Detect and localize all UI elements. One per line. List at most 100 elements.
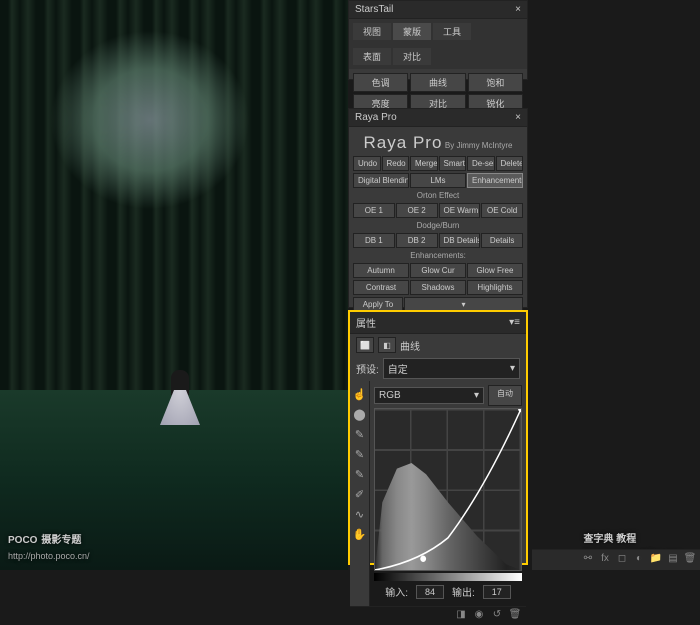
adj-layer-icon[interactable]: ◐	[632, 553, 646, 567]
dodge-label: Dodge/Burn	[349, 219, 527, 232]
raya-byline: By Jimmy McIntyre	[445, 141, 513, 150]
starstail-title: StarsTail	[355, 4, 393, 15]
glow-free-button[interactable]: Glow Free	[467, 263, 523, 278]
merge-button[interactable]: Merge	[410, 156, 438, 171]
props-footer: ◨ ◉ ↺ 🗑	[350, 606, 526, 625]
hand-icon[interactable]: ✋	[353, 527, 367, 541]
oe-warm-button[interactable]: OE Warm	[439, 203, 481, 218]
redo-button[interactable]: Redo	[382, 156, 410, 171]
stars-tab[interactable]: 工具	[433, 23, 471, 40]
trash-icon[interactable]: 🗑	[508, 609, 522, 623]
curve-graph[interactable]	[374, 408, 522, 571]
starstail-header[interactable]: StarsTail ×	[349, 1, 527, 19]
props-body: ☝ ⬤ ✎ ✎ ✎ ✐ ∿ ✋ RGB▾ 自动	[350, 381, 526, 606]
raya-logo: Raya Pro By Jimmy McIntyre	[349, 127, 527, 155]
wm-brand: POCO	[8, 535, 37, 546]
close-icon[interactable]: ×	[515, 4, 521, 15]
shadows-button[interactable]: Shadows	[410, 280, 466, 295]
stars-tab[interactable]: 对比	[393, 48, 431, 65]
raya-row2: Digital Blending LMs Enhancements	[349, 172, 527, 189]
digital-blending-button[interactable]: Digital Blending	[353, 173, 409, 188]
oe1-button[interactable]: OE 1	[353, 203, 395, 218]
curve-tools: ☝ ⬤ ✎ ✎ ✎ ✐ ∿ ✋	[350, 381, 370, 606]
raya-panel: Raya Pro × Raya Pro By Jimmy McIntyre Un…	[348, 108, 528, 308]
preset-value: 自定	[388, 361, 408, 376]
close-icon[interactable]: ×	[515, 112, 521, 123]
eyedrop-white-icon[interactable]: ✎	[353, 467, 367, 481]
clip-icon[interactable]: ◨	[454, 609, 468, 623]
layers-footer: ⚯ fx ◻ ◐ 📁 ▤ 🗑	[532, 549, 700, 570]
orton-row: OE 1 OE 2 OE Warm OE Cold	[349, 202, 527, 219]
db-details-button[interactable]: DB Details	[439, 233, 481, 248]
dodge-row: DB 1 DB 2 DB Details Details	[349, 232, 527, 249]
enh-row1: Autumn Glow Cur Glow Free	[349, 262, 527, 279]
mask-icon: ◧	[378, 337, 396, 353]
highlights-button[interactable]: Highlights	[467, 280, 523, 295]
chevron-down-icon: ▾	[510, 363, 515, 374]
wm-title: 摄影专题	[41, 535, 81, 546]
menu-icon[interactable]: ▾≡	[509, 317, 520, 328]
desel-button[interactable]: De-sel	[467, 156, 495, 171]
finger-tool-icon[interactable]: ☝	[353, 387, 367, 401]
input-label: 输入:	[385, 584, 408, 599]
channel-row: RGB▾ 自动	[374, 385, 522, 406]
output-field[interactable]	[483, 585, 511, 599]
enhancements-button[interactable]: Enhancements	[467, 173, 523, 188]
contrast-button[interactable]: Contrast	[353, 280, 409, 295]
curves-icon: ⬜	[356, 337, 374, 353]
group-icon[interactable]: 📁	[649, 553, 663, 567]
lms-button[interactable]: LMs	[410, 173, 466, 188]
watermark-left: POCO 摄影专题 http://photo.poco.cn/	[8, 530, 90, 562]
smart-button[interactable]: Smart	[439, 156, 467, 171]
raya-logo-text: Raya Pro	[364, 133, 443, 152]
orton-label: Orton Effect	[349, 189, 527, 202]
properties-panel: 属性 ▾≡ ⬜ ◧ 曲线 预设: 自定▾ ☝ ⬤ ✎ ✎ ✎ ✐ ∿ ✋ RGB…	[348, 310, 528, 565]
starstail-panel: StarsTail × 视图 蒙版 工具 表面 对比 色调 曲线 饱和 亮度 对…	[348, 0, 528, 80]
oe2-button[interactable]: OE 2	[396, 203, 438, 218]
io-row: 输入: 输出:	[374, 581, 522, 602]
smooth-icon[interactable]: ∿	[353, 507, 367, 521]
raya-row1: Undo Redo Merge Smart De-sel Delete	[349, 155, 527, 172]
chevron-down-icon: ▾	[474, 390, 479, 401]
input-field[interactable]	[416, 585, 444, 599]
wm-right-l1: 查字典 教程	[583, 534, 636, 545]
undo-button[interactable]: Undo	[353, 156, 381, 171]
props-type-row: ⬜ ◧ 曲线	[350, 334, 526, 356]
eyedrop-black-icon[interactable]: ✎	[353, 427, 367, 441]
wm-url: http://photo.poco.cn/	[8, 551, 90, 561]
glow-cur-button[interactable]: Glow Cur	[410, 263, 466, 278]
new-layer-icon[interactable]: ▤	[666, 553, 680, 567]
auto-button[interactable]: 自动	[488, 385, 522, 406]
stars-tabs-1: 视图 蒙版 工具	[349, 19, 527, 44]
trash-icon[interactable]: 🗑	[683, 553, 697, 567]
raya-header[interactable]: Raya Pro ×	[349, 109, 527, 127]
reset-icon[interactable]: ↺	[490, 609, 504, 623]
stars-btn[interactable]: 色调	[353, 73, 408, 92]
details-button[interactable]: Details	[481, 233, 523, 248]
delete-button[interactable]: Delete	[496, 156, 524, 171]
db1-button[interactable]: DB 1	[353, 233, 395, 248]
eyedrop-gray-icon[interactable]: ✎	[353, 447, 367, 461]
stars-tab[interactable]: 视图	[353, 23, 391, 40]
db2-button[interactable]: DB 2	[396, 233, 438, 248]
mask-add-icon[interactable]: ◻	[615, 553, 629, 567]
channel-dropdown[interactable]: RGB▾	[374, 387, 484, 404]
stars-btn[interactable]: 曲线	[410, 73, 465, 92]
photo-canvas: POCO 摄影专题 http://photo.poco.cn/	[0, 0, 348, 570]
stars-tab[interactable]: 蒙版	[393, 23, 431, 40]
fx-icon[interactable]: fx	[598, 553, 612, 567]
curve-main: RGB▾ 自动 输入: 输出:	[370, 381, 526, 606]
stars-tabs-2: 表面 对比	[349, 44, 527, 69]
pencil-icon[interactable]: ✐	[353, 487, 367, 501]
stars-btn[interactable]: 饱和	[468, 73, 523, 92]
oe-cold-button[interactable]: OE Cold	[481, 203, 523, 218]
props-header[interactable]: 属性 ▾≡	[350, 312, 526, 334]
sampler-icon[interactable]: ⬤	[353, 407, 367, 421]
autumn-button[interactable]: Autumn	[353, 263, 409, 278]
stars-tab[interactable]: 表面	[353, 48, 391, 65]
props-type-label: 曲线	[400, 338, 420, 353]
link-layers-icon[interactable]: ⚯	[581, 553, 595, 567]
preset-row: 预设: 自定▾	[350, 356, 526, 381]
preset-dropdown[interactable]: 自定 ▾	[383, 358, 520, 379]
view-prev-icon[interactable]: ◉	[472, 609, 486, 623]
